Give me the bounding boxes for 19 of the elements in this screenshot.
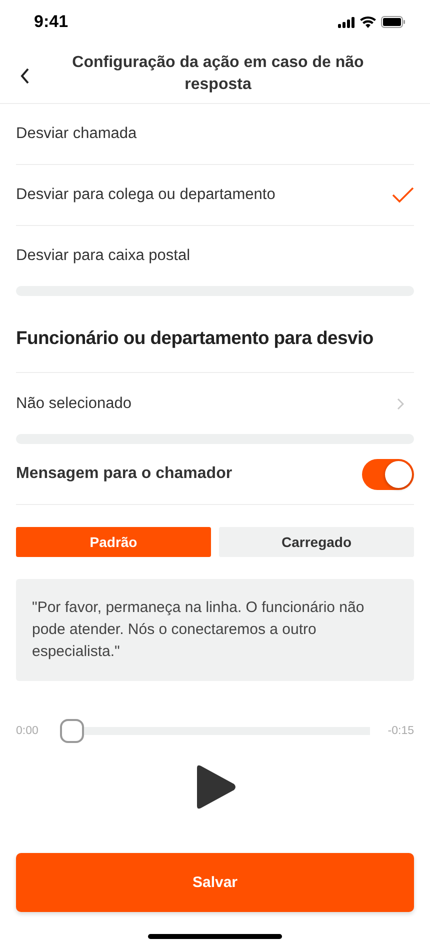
option-row[interactable]: Desviar para caixa postal (16, 226, 414, 286)
chevron-icon (397, 398, 404, 410)
signal-icon (338, 16, 355, 28)
wifi-icon (360, 16, 376, 28)
remaining-time: -0:15 (386, 725, 414, 737)
segment-tab[interactable]: Carregado (219, 527, 414, 557)
section-heading: Funcionário ou departamento para desvio (16, 296, 414, 373)
page-title: Configuração da ação em caso de não resposta (71, 52, 365, 94)
selection-row[interactable]: Não selecionado (16, 373, 414, 434)
battery-icon (381, 16, 406, 28)
toggle-switch[interactable] (362, 458, 414, 490)
option-row[interactable]: Desviar chamada (16, 104, 414, 165)
option-row[interactable]: Desviar para colega ou departamento (16, 165, 414, 226)
back-icon (20, 68, 30, 84)
status-time: 9:41 (34, 12, 68, 32)
slider-thumb[interactable] (60, 719, 84, 743)
elapsed-time: 0:00 (16, 725, 40, 737)
message-text: "Por favor, permaneça na linha. O funcionário não pode atender. Nós o conectaremos a outro especialista." (16, 579, 414, 681)
toggle-label: Mensagem para o chamador (16, 465, 232, 483)
